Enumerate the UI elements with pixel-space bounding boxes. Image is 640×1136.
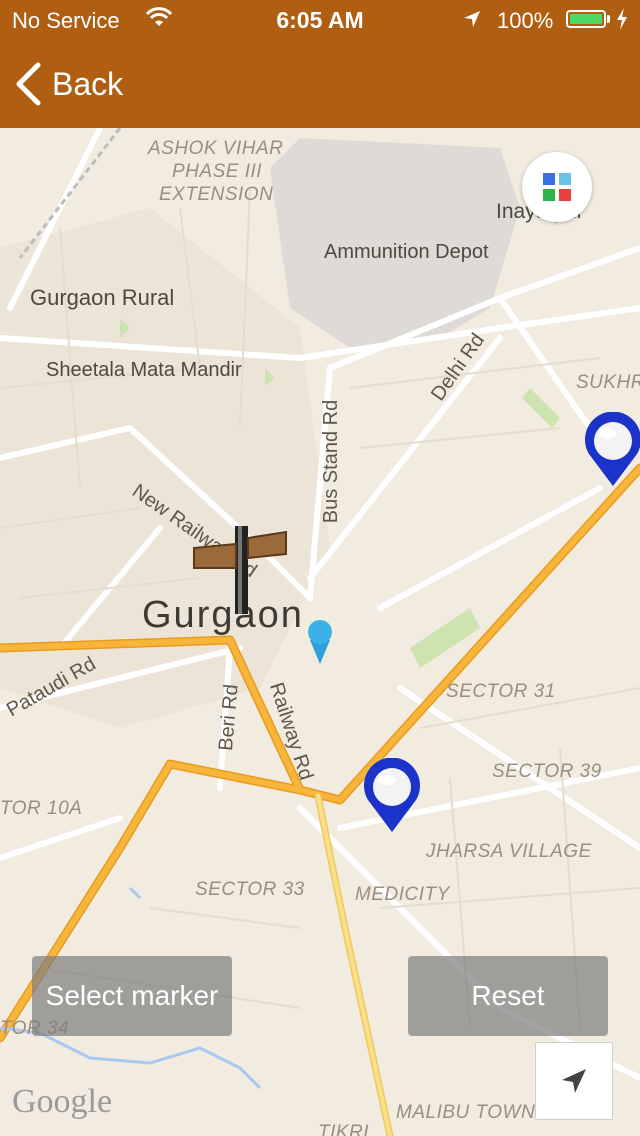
map-label-bus-stand-rd: Bus Stand Rd — [320, 399, 343, 524]
map-label-sukhr: SUKHR — [576, 372, 640, 393]
map-label-jharsa-village: JHARSA VILLAGE — [426, 841, 592, 862]
navigation-bar: Back — [0, 40, 640, 128]
map-marker-pin-icon[interactable] — [583, 412, 640, 488]
map-label-gurgaon-rural: Gurgaon Rural — [30, 285, 175, 310]
battery-icon — [566, 10, 606, 28]
map-label-medicity: MEDICITY — [355, 884, 450, 905]
map-label-ammunition-depot: Ammunition Depot — [324, 241, 489, 263]
map-label-sheetala-mata-mandir: Sheetala Mata Mandir — [46, 359, 242, 381]
battery-percent: 100% — [497, 8, 554, 33]
map-label-ashok-vihar: ASHOK VIHAR — [148, 138, 284, 159]
chevron-left-icon — [16, 62, 41, 106]
location-arrow-icon — [464, 11, 480, 27]
signpost-marker-icon[interactable] — [192, 524, 288, 616]
map-label-phase-iii: PHASE III — [172, 161, 263, 182]
current-location-pin-icon — [308, 620, 332, 664]
map-label-extension: EXTENSION — [159, 184, 274, 205]
map-label-malibu-town: MALIBU TOWN — [396, 1102, 536, 1123]
map-view[interactable]: ASHOK VIHAR PHASE III EXTENSION Inayatpu… — [0, 128, 640, 1136]
reset-button[interactable]: Reset — [408, 956, 608, 1036]
map-layers-icon[interactable] — [522, 152, 592, 222]
map-label-sector-33: SECTOR 33 — [195, 879, 305, 900]
map-marker-pin-icon[interactable] — [362, 758, 422, 834]
map-label-sector-39: SECTOR 39 — [492, 761, 602, 782]
google-logo: Google — [12, 1083, 113, 1120]
map-label-sector-10a: TOR 10A — [0, 798, 83, 819]
map-label-tikri: TIKRI — [318, 1122, 370, 1136]
back-button[interactable]: Back — [14, 60, 123, 108]
status-bar: No Service 6:05 AM 100% — [0, 0, 640, 40]
back-label: Back — [52, 65, 124, 102]
charging-icon — [617, 8, 627, 30]
my-location-button[interactable] — [535, 1042, 613, 1120]
select-marker-button[interactable]: Select marker — [32, 956, 232, 1036]
navigation-arrow-icon — [562, 1069, 586, 1093]
map-label-sector-31: SECTOR 31 — [446, 681, 556, 702]
battery-tip — [607, 15, 610, 23]
